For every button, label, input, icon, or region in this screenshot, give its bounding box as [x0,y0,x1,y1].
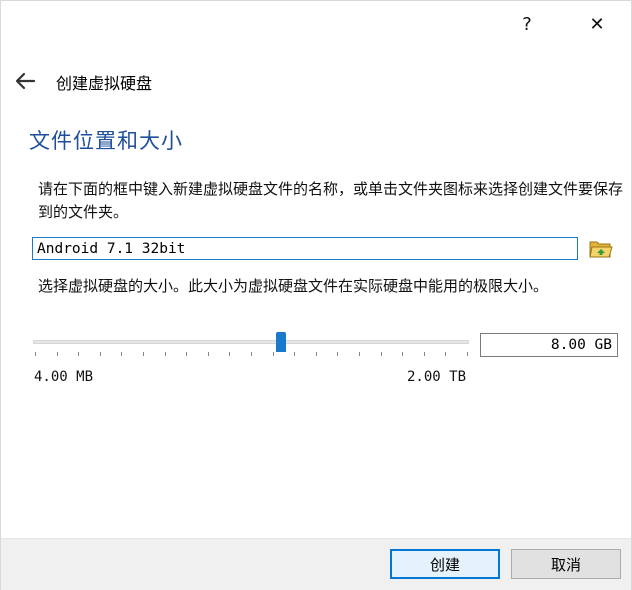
slider-tick [445,352,447,356]
title-bar: ? ✕ [1,1,631,47]
dialog-footer: 创建 取消 [1,538,631,590]
size-range-min: 4.00 MB [34,369,94,385]
size-range-max: 2.00 TB [407,369,467,385]
help-icon: ? [522,13,532,35]
slider-tick [272,352,274,356]
slider-tick [56,352,58,356]
slider-tick [294,352,296,356]
slider-tick [164,352,166,356]
slider-tick [380,352,382,356]
section-title: 文件位置和大小 [29,129,183,153]
slider-track [33,340,469,344]
help-button[interactable]: ? [504,1,550,47]
create-button[interactable]: 创建 [390,549,500,579]
slider-tick [78,352,80,356]
slider-tick [251,352,252,356]
slider-tick [143,352,144,356]
slider-thumb[interactable] [276,332,287,352]
slider-tick [35,352,36,356]
slider-tick [402,352,404,356]
file-location-description: 请在下面的框中键入新建虚拟硬盘文件的名称，或单击文件夹图标来选择创建文件要保存到… [38,180,624,221]
disk-size-description: 选择虚拟硬盘的大小。此大小为虚拟硬盘文件在实际硬盘中能用的极限大小。 [38,277,549,295]
slider-tick [207,352,209,356]
choose-folder-button[interactable] [587,235,615,263]
file-name-input[interactable] [32,237,578,260]
slider-tick [337,352,339,356]
slider-tick [99,352,101,356]
slider-tick [467,352,468,356]
create-button-label: 创建 [429,555,460,574]
close-icon: ✕ [589,13,605,35]
slider-tick [315,352,317,356]
disk-size-input[interactable] [480,333,618,357]
slider-tick [359,352,360,356]
slider-tick [423,352,425,356]
slider-tick [186,352,188,356]
disk-size-slider[interactable] [31,329,473,363]
folder-open-icon [589,241,613,258]
dialog-title: 创建虚拟硬盘 [56,74,153,93]
create-virtual-disk-dialog: ? ✕ 创建虚拟硬盘 文件位置和大小 请在下面的框中键入新建虚拟硬盘文件的名称，… [0,0,632,590]
slider-tick [229,352,231,356]
slider-tick [121,352,123,356]
cancel-button[interactable]: 取消 [511,549,621,579]
cancel-button-label: 取消 [550,555,581,574]
back-button[interactable] [13,69,37,93]
close-button[interactable]: ✕ [574,1,620,47]
arrow-left-icon [15,72,36,90]
